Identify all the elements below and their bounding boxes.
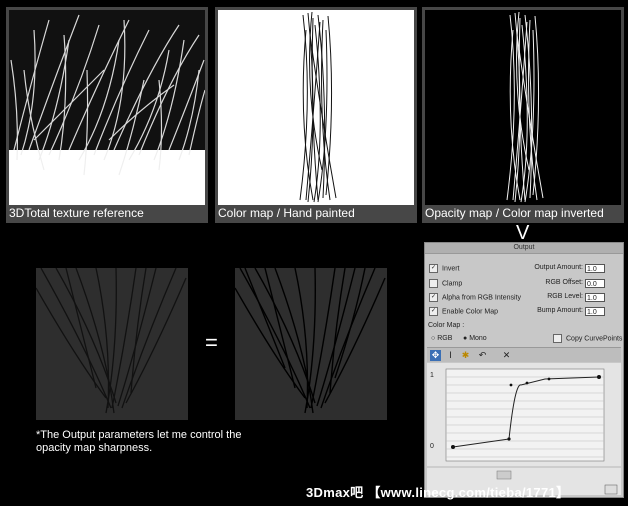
bump-amount-label: Bump Amount: [537,307,583,314]
copy-curve-points-option[interactable]: Copy CurvePoints [553,334,622,344]
opacity-result-left [36,268,188,420]
rgb-radio[interactable]: ○ RGB [431,334,452,344]
alpha-from-rgb-checkbox[interactable]: ✓ [429,293,438,302]
copy-curve-points-checkbox[interactable] [553,334,562,343]
curve-toolbar: ✥ I ✱ ↶ ✕ [427,347,621,362]
rgb-offset-label: RGB Offset: [545,279,583,286]
mono-radio[interactable]: ● Mono [463,334,487,344]
watermark: 3Dmax吧 【www.linecg.com/tieba/1771】 [306,485,570,500]
opacity-map-image [425,10,621,205]
rgb-level-label: RGB Level: [547,293,583,300]
clamp-option[interactable]: Clamp [429,279,462,289]
scale-point-icon[interactable]: I [445,350,456,361]
alpha-from-rgb-option[interactable]: ✓ Alpha from RGB Intensity [429,293,521,303]
output-amount-label: Output Amount: [534,264,583,271]
reset-curve-icon[interactable]: ↶ [477,350,488,361]
clamp-checkbox[interactable] [429,279,438,288]
output-rollout: Output ✓ Invert Clamp ✓ Alpha from RGB Int… [424,242,624,498]
delete-point-icon[interactable]: ✕ [501,350,512,361]
rgb-offset-field[interactable]: 0.0 [585,279,605,288]
color-map-image [218,10,414,205]
enable-color-map-option[interactable]: ✓ Enable Color Map [429,307,498,317]
radio-off-icon: ○ [431,335,436,342]
output-rollout-title[interactable]: Output [425,243,623,254]
reference-panel: 3DTotal texture reference [6,7,208,223]
output-amount-field[interactable]: 1.0 [585,264,605,273]
opacity-map-panel: Opacity map / Color map inverted [422,7,624,223]
opacity-result-right [235,268,387,420]
insert-point-icon[interactable]: ✱ [460,350,471,361]
opacity-map-caption: Opacity map / Color map inverted [425,206,604,220]
rgb-level-field[interactable]: 1.0 [585,293,605,302]
equals-sign: = [205,330,218,355]
color-map-caption: Color map / Hand painted [218,206,355,220]
output-note: *The Output parameters let me control th… [36,429,242,454]
invert-checkbox[interactable]: ✓ [429,264,438,273]
color-map-panel: Color map / Hand painted [215,7,417,223]
color-map-label: Color Map : [428,322,465,329]
enable-color-map-checkbox[interactable]: ✓ [429,307,438,316]
bump-amount-field[interactable]: 1.0 [585,307,605,316]
radio-on-icon: ● [463,335,468,342]
invert-option[interactable]: ✓ Invert [429,264,460,274]
reference-caption: 3DTotal texture reference [9,206,144,220]
graph-min-label: 0 [430,443,434,450]
curve-graph[interactable]: 1 0 [427,363,621,495]
reference-texture-image [9,10,205,205]
graph-max-label: 1 [430,372,434,379]
move-point-icon[interactable]: ✥ [430,350,441,361]
